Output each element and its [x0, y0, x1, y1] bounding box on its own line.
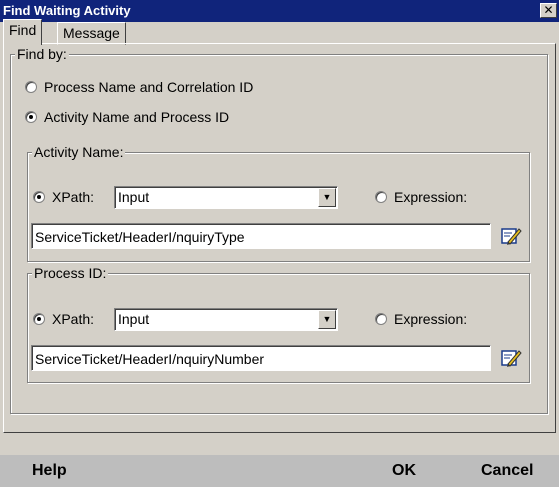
edit-pencil-icon[interactable] [500, 225, 522, 247]
find-by-group: Find by: Process Name and Correlation ID… [10, 46, 548, 414]
window-title: Find Waiting Activity [3, 3, 131, 18]
find-by-legend: Find by: [15, 46, 69, 62]
tab-message-label: Message [63, 25, 120, 41]
process-xpath-select-value: Input [118, 311, 150, 327]
activity-xpath-radio[interactable]: XPath: [33, 189, 94, 205]
activity-xpath-select-value: Input [118, 189, 150, 205]
activity-xpath-label: XPath: [52, 189, 95, 205]
process-xpath-field[interactable]: ServiceTicket/HeaderI/nquiryNumber [31, 345, 491, 371]
dialog-body: Find Message Find by: Process Name and C… [0, 19, 559, 455]
edit-pencil-icon[interactable] [500, 347, 522, 369]
cancel-button[interactable]: Cancel [481, 462, 533, 480]
activity-expression-radio-indicator[interactable] [375, 191, 387, 203]
window-titlebar: Find Waiting Activity ✕ [0, 0, 559, 22]
close-icon: ✕ [543, 3, 554, 17]
radio-process-name-correlation[interactable]: Process Name and Correlation ID [25, 79, 253, 95]
activity-expression-radio[interactable]: Expression: [375, 189, 467, 205]
process-expression-radio-indicator[interactable] [375, 313, 387, 325]
radio-process-name-correlation-indicator[interactable] [25, 81, 37, 93]
chevron-down-icon[interactable]: ▼ [318, 310, 336, 329]
ok-button[interactable]: OK [392, 462, 416, 480]
process-xpath-select[interactable]: Input ▼ [114, 308, 338, 331]
process-id-legend: Process ID: [32, 265, 109, 281]
process-id-group: Process ID: XPath: Input ▼ Expression: S… [27, 265, 530, 383]
tab-find[interactable]: Find [3, 19, 43, 45]
close-button[interactable]: ✕ [540, 3, 557, 18]
process-xpath-label: XPath: [52, 311, 95, 327]
activity-xpath-select[interactable]: Input ▼ [114, 186, 338, 209]
find-panel: Find by: Process Name and Correlation ID… [3, 43, 556, 433]
activity-xpath-field[interactable]: ServiceTicket/HeaderI/nquiryType [31, 223, 491, 249]
tab-find-label: Find [9, 22, 37, 38]
radio-activity-name-process-id[interactable]: Activity Name and Process ID [25, 109, 229, 125]
activity-name-legend: Activity Name: [32, 144, 126, 160]
radio-process-name-correlation-label: Process Name and Correlation ID [44, 79, 254, 95]
chevron-down-icon[interactable]: ▼ [318, 188, 336, 207]
radio-activity-name-process-id-label: Activity Name and Process ID [44, 109, 230, 125]
process-expression-radio[interactable]: Expression: [375, 311, 467, 327]
help-button[interactable]: Help [32, 462, 67, 480]
radio-activity-name-process-id-indicator[interactable] [25, 111, 37, 123]
activity-xpath-radio-indicator[interactable] [33, 191, 45, 203]
process-expression-label: Expression: [394, 311, 468, 327]
activity-expression-label: Expression: [394, 189, 468, 205]
dialog-footer: Help OK Cancel [0, 455, 559, 487]
process-xpath-field-value: ServiceTicket/HeaderI/nquiryNumber [35, 351, 265, 367]
activity-xpath-field-value: ServiceTicket/HeaderI/nquiryType [35, 229, 245, 245]
process-xpath-radio-indicator[interactable] [33, 313, 45, 325]
activity-name-group: Activity Name: XPath: Input ▼ Expression… [27, 144, 530, 262]
tab-message[interactable]: Message [57, 22, 126, 45]
process-xpath-radio[interactable]: XPath: [33, 311, 94, 327]
